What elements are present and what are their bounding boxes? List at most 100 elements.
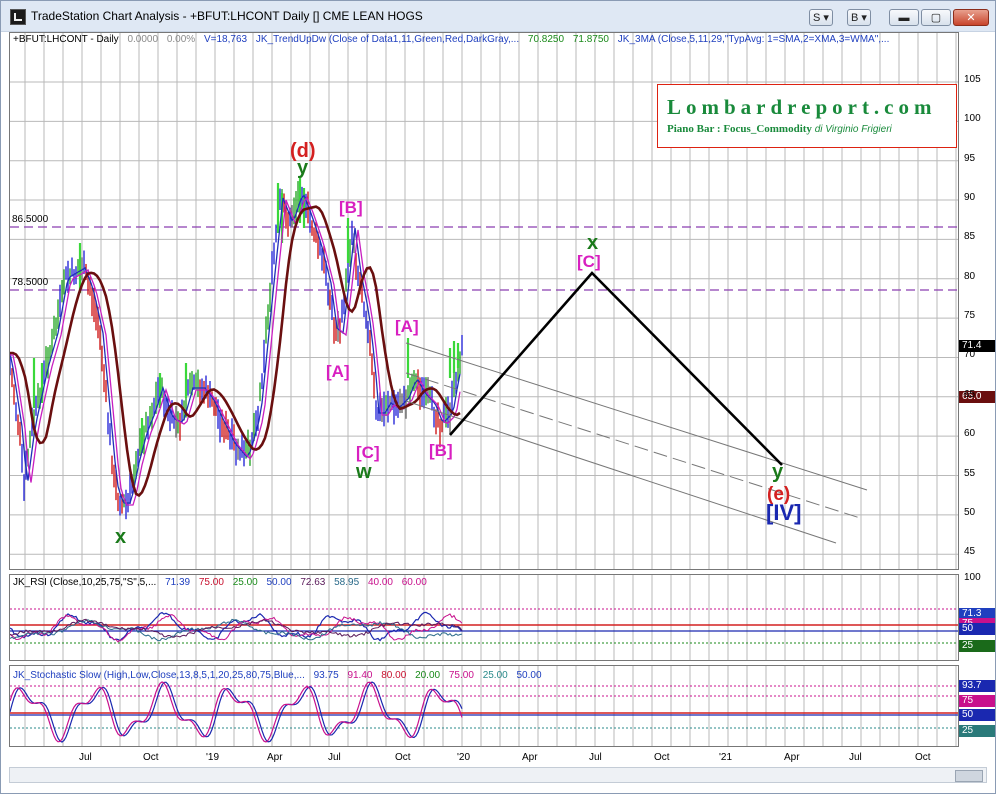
close-button[interactable]: ✕	[953, 9, 989, 26]
stoch-k-line	[10, 681, 463, 743]
price-tick: 85	[964, 231, 976, 243]
minimize-button[interactable]: ▬	[889, 9, 919, 26]
header-change: 0.0000	[127, 34, 159, 45]
time-axis-label: Oct	[654, 752, 670, 763]
rsi-header: JK_RSI (Close,10,25,75,"S",5,... 71.39 7…	[13, 577, 433, 588]
time-axis-label: '21	[719, 752, 733, 763]
close-icon: ✕	[966, 12, 976, 24]
stoch-study: JK_Stochastic Slow (High,Low,Close,13,8,…	[13, 670, 305, 681]
stochastic-pane[interactable]: JK_Stochastic Slow (High,Low,Close,13,8,…	[9, 665, 959, 747]
wave-label-A-right: [A]	[395, 317, 419, 336]
rsi-axis: 100 71.3 75 50 25	[959, 572, 995, 661]
stoch-value-4: 20.00	[415, 670, 441, 681]
stoch-tag-d: 25	[959, 725, 995, 737]
price-tick: 90	[964, 192, 976, 204]
header-change-pct: 0.00%	[166, 34, 196, 45]
channel-line-upper	[405, 342, 868, 491]
time-axis-label: Jul	[589, 752, 602, 763]
price-tick: 80	[964, 270, 976, 282]
time-axis: Jul Oct '19 Apr Jul Oct '20 Apr Jul Oct '21 Apr Jul O…	[9, 749, 959, 765]
stoch-value-2: 91.40	[347, 670, 373, 681]
time-axis-label: '20	[457, 752, 471, 763]
stoch-value-1: 93.75	[313, 670, 339, 681]
ma-mid-line	[10, 196, 461, 506]
wave-label-B-upper: [B]	[339, 198, 363, 217]
wave-label-IV: [IV]	[766, 500, 802, 525]
rsi-tag-c: 50	[959, 623, 995, 635]
price-tick: 70	[964, 349, 976, 361]
b-button[interactable]: B ▾	[847, 9, 871, 26]
price-tick: 50	[964, 506, 976, 518]
maximize-icon: ▢	[930, 12, 942, 24]
price-tick: 55	[964, 467, 976, 479]
rsi-value-1: 71.39	[165, 577, 191, 588]
price-pane[interactable]: +BFUT:LHCONT - Daily 0.0000 0.00% V=18,7…	[9, 32, 959, 570]
time-axis-label: Jul	[849, 752, 862, 763]
time-axis-label: Jul	[328, 752, 341, 763]
rsi-value-7: 40.00	[367, 577, 393, 588]
time-axis-label: Apr	[522, 752, 538, 763]
stoch-tag-a: 93.7	[959, 680, 995, 692]
rsi-signal-line	[10, 613, 463, 643]
stoch-value-7: 50.00	[516, 670, 542, 681]
wave-label-y-projected: y	[772, 461, 784, 483]
title-bar: TradeStation Chart Analysis - +BFUT:LHCO…	[1, 1, 995, 32]
rsi-pane[interactable]: JK_RSI (Close,10,25,75,"S",5,... 71.39 7…	[9, 574, 959, 661]
level-label-upper: 86.5000	[12, 214, 49, 225]
header-ma-study: JK_3MA (Close,5,11,29,"TypAvg: 1=SMA,2=X…	[617, 34, 890, 45]
price-tick: 75	[964, 310, 976, 322]
price-tick: 100	[964, 113, 981, 125]
time-axis-label: Oct	[395, 752, 411, 763]
watermark-site: Lombardreport.com	[667, 95, 937, 119]
wave-label-C-left: [C]	[356, 443, 380, 462]
price-pane-header: +BFUT:LHCONT - Daily 0.0000 0.00% V=18,7…	[13, 34, 895, 45]
stoch-value-5: 75.00	[448, 670, 474, 681]
header-symbol: +BFUT:LHCONT - Daily	[13, 34, 119, 45]
header-trend-value-2: 71.8750	[572, 34, 609, 45]
wave-label-x-low: x	[115, 526, 127, 548]
wave-label-B-lower: [B]	[429, 441, 453, 460]
price-axis: 71.4 65.0 105 100 95 90 85 80 75 70 65 60 55 50 45	[959, 32, 995, 570]
rsi-tick-100: 100	[964, 572, 981, 583]
header-trend-study: JK_TrendUpDw (Close of Data1,11,Green,Re…	[255, 34, 520, 45]
time-axis-label: '19	[206, 752, 220, 763]
ma-slow-line	[10, 205, 461, 498]
stochastic-axis: 93.7 75 50 25	[959, 665, 995, 747]
time-axis-label: Apr	[784, 752, 800, 763]
rsi-value-4: 50.00	[266, 577, 292, 588]
rsi-value-5: 72.63	[300, 577, 326, 588]
price-tick: 65	[964, 388, 976, 400]
ma-fast-line	[10, 194, 461, 504]
window-title: TradeStation Chart Analysis - +BFUT:LHCO…	[31, 9, 423, 23]
time-axis-label: Jul	[79, 752, 92, 763]
price-tick: 60	[964, 428, 976, 440]
rsi-value-3: 25.00	[232, 577, 258, 588]
price-tick: 105	[964, 74, 981, 85]
s-button[interactable]: S ▾	[809, 9, 833, 26]
scrollbar-thumb[interactable]	[955, 770, 983, 782]
chart-window: TradeStation Chart Analysis - +BFUT:LHCO…	[0, 0, 996, 794]
price-tick: 45	[964, 546, 976, 558]
app-icon	[10, 9, 26, 25]
rsi-value-2: 75.00	[198, 577, 224, 588]
lombardreport-watermark: Lombardreport.com Piano Bar : Focus_Comm…	[657, 84, 957, 148]
header-trend-value-1: 70.8250	[527, 34, 565, 45]
time-axis-label: Oct	[143, 752, 159, 763]
stoch-d-line	[10, 681, 463, 743]
rsi-tag-d: 25	[959, 640, 995, 652]
stochastic-header: JK_Stochastic Slow (High,Low,Close,13,8,…	[13, 670, 548, 681]
wave-label-w: w	[356, 461, 372, 483]
stoch-value-6: 25.00	[482, 670, 508, 681]
wave-label-y-top: y	[297, 157, 309, 179]
watermark-subtitle: Piano Bar : Focus_Commodity di Virginio …	[667, 123, 892, 135]
rsi-value-8: 60.00	[401, 577, 427, 588]
horizontal-scrollbar[interactable]	[9, 767, 987, 783]
minimize-icon: ▬	[898, 12, 910, 24]
time-axis-label: Apr	[267, 752, 283, 763]
rsi-study: JK_RSI (Close,10,25,75,"S",5,...	[13, 577, 157, 588]
time-axis-label: Oct	[915, 752, 931, 763]
rsi-value-6: 58.95	[334, 577, 360, 588]
level-label-lower: 78.5000	[12, 277, 49, 288]
maximize-button[interactable]: ▢	[921, 9, 951, 26]
wave-label-A-left: [A]	[326, 362, 350, 381]
